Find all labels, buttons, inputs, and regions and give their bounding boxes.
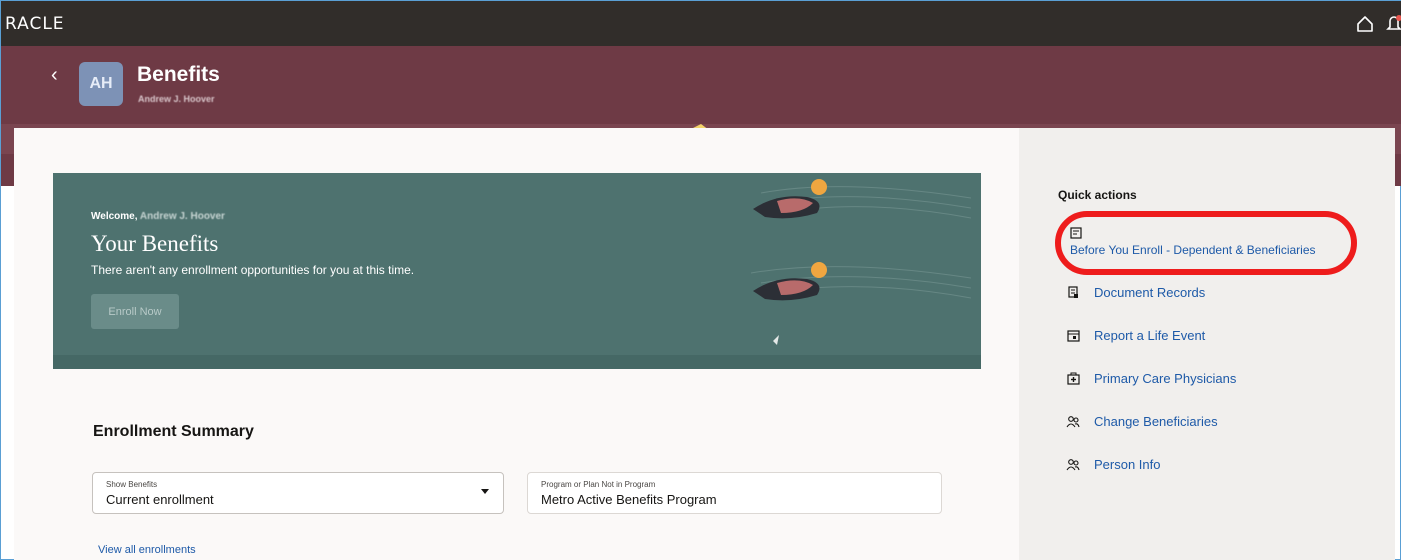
enroll-now-button[interactable]: Enroll Now (91, 294, 179, 329)
quick-action-change-beneficiaries[interactable]: Change Beneficiaries (1066, 414, 1218, 429)
show-benefits-value: Current enrollment (106, 492, 214, 507)
welcome-user-name: Andrew J. Hoover (139, 211, 225, 222)
people-icon (1066, 415, 1080, 429)
welcome-banner: Welcome, Andrew J. Hoover Your Benefits … (53, 173, 981, 369)
notifications-bell-icon[interactable] (1386, 12, 1401, 34)
quick-action-label: Change Beneficiaries (1094, 414, 1218, 429)
medical-kit-icon (1066, 372, 1080, 386)
welcome-text: Welcome, Andrew J. Hoover (91, 211, 225, 222)
swimmer-illustration (750, 179, 972, 345)
welcome-prefix: Welcome, (91, 211, 138, 222)
avatar: AH (79, 62, 123, 106)
quick-action-report-life-event[interactable]: Report a Life Event (1066, 328, 1205, 343)
program-field: Program or Plan Not in Program Metro Act… (527, 472, 942, 514)
hero-title: Your Benefits (91, 231, 219, 256)
view-all-enrollments-link[interactable]: View all enrollments (98, 544, 196, 556)
quick-action-document-records[interactable]: Document Records (1066, 285, 1205, 300)
quick-action-label: Document Records (1094, 285, 1206, 300)
page-title: Benefits (137, 63, 220, 86)
show-benefits-label: Show Benefits (106, 480, 158, 489)
page-subtitle: Andrew J. Hoover (138, 94, 215, 104)
global-header: RACLE (1, 1, 1401, 46)
quick-action-label: Report a Life Event (1094, 328, 1206, 343)
quick-actions-heading: Quick actions (1058, 188, 1137, 202)
calendar-icon (1066, 329, 1080, 343)
oracle-logo: RACLE (5, 14, 65, 34)
quick-action-primary-care-physicians[interactable]: Primary Care Physicians (1066, 371, 1236, 386)
show-benefits-select[interactable]: Show Benefits Current enrollment (92, 472, 504, 514)
program-value: Metro Active Benefits Program (541, 492, 717, 507)
back-chevron-icon[interactable]: ‹ (51, 64, 58, 87)
highlight-annotation-circle (1055, 211, 1357, 275)
people-icon (1066, 458, 1080, 472)
document-records-icon (1066, 286, 1080, 300)
hero-bottom-strip (53, 355, 981, 369)
quick-action-label: Primary Care Physicians (1094, 371, 1237, 386)
enrollment-summary-heading: Enrollment Summary (93, 423, 254, 440)
quick-action-person-info[interactable]: Person Info (1066, 457, 1161, 472)
dropdown-arrow-icon[interactable] (481, 489, 489, 494)
home-icon[interactable] (1354, 13, 1376, 35)
enrollment-message: There aren't any enrollment opportunitie… (91, 263, 415, 277)
quick-action-label: Person Info (1094, 457, 1161, 472)
program-label: Program or Plan Not in Program (541, 480, 656, 489)
